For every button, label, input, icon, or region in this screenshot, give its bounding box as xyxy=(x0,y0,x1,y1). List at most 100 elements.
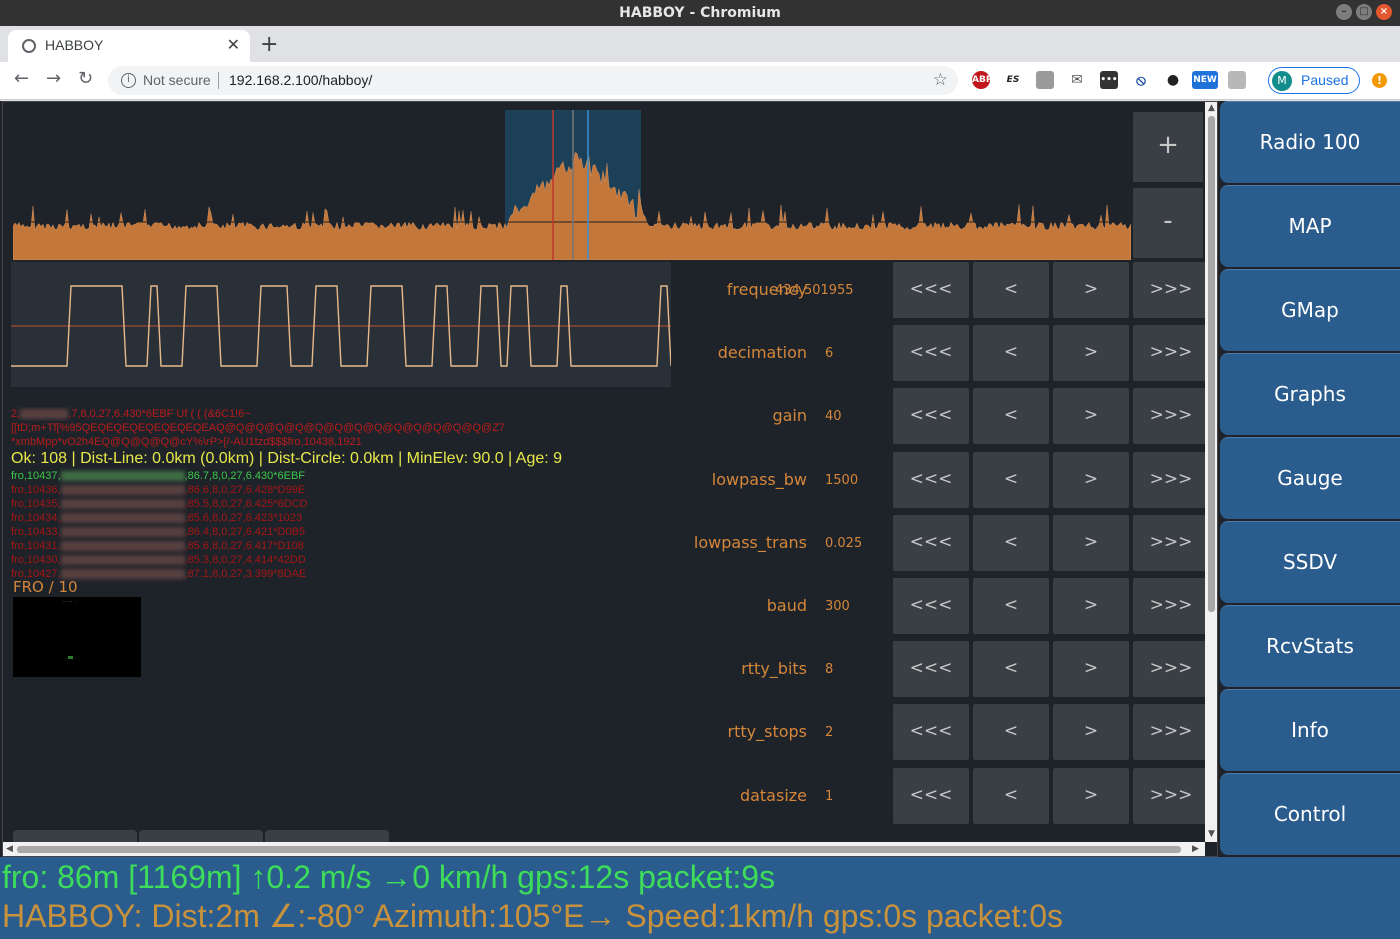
lowpass-trans-fast-up-button[interactable]: >>> xyxy=(1133,514,1209,571)
nav-ssdv[interactable]: SSDV xyxy=(1220,521,1400,603)
scroll-up-icon[interactable]: ▲ xyxy=(1208,103,1215,113)
new-tab-icon[interactable]: + xyxy=(260,32,278,57)
scroll-left-icon[interactable]: ◀ xyxy=(6,844,13,854)
back-icon[interactable]: ← xyxy=(14,68,29,89)
es-extension-icon[interactable]: ES xyxy=(1004,71,1022,89)
frequency-fast-down-button[interactable]: <<< xyxy=(893,262,969,318)
cast-extension-icon[interactable] xyxy=(1228,71,1246,89)
frequency-fast-up-button[interactable]: >>> xyxy=(1133,262,1209,318)
rtty-bits-up-button[interactable]: > xyxy=(1053,641,1129,698)
decimation-down-button[interactable]: < xyxy=(973,325,1049,382)
param-label: lowpass_bw xyxy=(711,469,807,489)
browser-tab[interactable]: HABBOY ✕ xyxy=(8,30,250,62)
ok-summary: Ok: 108 | Dist-Line: 0.0km (0.0km) | Dis… xyxy=(11,450,563,467)
not-secure-label: Not secure xyxy=(143,72,211,88)
baud-fast-down-button[interactable]: <<< xyxy=(893,578,969,634)
url-text[interactable]: 192.168.2.100/habboy/ xyxy=(229,72,372,88)
history-line: fro,10436, ,86.6,8,0,27,6.428*D99E xyxy=(11,484,306,496)
rtty-bits-fast-down-button[interactable]: <<< xyxy=(893,641,969,698)
lowpass-trans-fast-down-button[interactable]: <<< xyxy=(893,514,969,571)
github-icon[interactable]: ● xyxy=(1164,71,1182,89)
lowpass-bw-up-button[interactable]: > xyxy=(1053,451,1129,508)
history-line: fro,10430, ,85.3,8,0,27,4.414*42DD xyxy=(11,554,306,566)
block-extension-icon[interactable]: ⦸ xyxy=(1132,71,1150,89)
gain-down-button[interactable]: < xyxy=(973,388,1049,445)
minimize-icon[interactable]: – xyxy=(1336,4,1352,20)
baud-fast-up-button[interactable]: >>> xyxy=(1133,578,1209,634)
browser-toolbar: ← → ↻ i Not secure 192.168.2.100/habboy/… xyxy=(0,62,1400,100)
maximize-icon[interactable]: □ xyxy=(1356,4,1372,20)
baud-up-button[interactable]: > xyxy=(1053,578,1129,634)
horizontal-scrollbar[interactable]: ◀ ▶ xyxy=(3,842,1205,856)
zoom-out-button[interactable]: - xyxy=(1133,188,1203,258)
param-value: 300 xyxy=(825,599,850,614)
param-value: 40 xyxy=(825,409,842,425)
datasize-fast-down-button[interactable]: <<< xyxy=(893,767,969,824)
raw-line: 2, ,7,8,0,27,6.430*6EBF Uf ( ( (&6C1!6~ xyxy=(11,408,251,420)
param-label: rtty_stops xyxy=(727,722,807,742)
close-window-icon[interactable]: × xyxy=(1376,4,1392,20)
nav-gmap[interactable]: GMap xyxy=(1220,269,1400,351)
rtty-stops-fast-down-button[interactable]: <<< xyxy=(893,704,969,761)
spectrum-trace xyxy=(13,152,1131,260)
profile-button[interactable]: M Paused xyxy=(1268,67,1360,94)
rtty-stops-up-button[interactable]: > xyxy=(1053,704,1129,761)
scroll-right-icon[interactable]: ▶ xyxy=(1192,844,1199,854)
vertical-scrollbar[interactable]: ▲ ▼ xyxy=(1205,102,1217,842)
puzzle-extension-icon[interactable] xyxy=(1036,71,1054,89)
datasize-fast-up-button[interactable]: >>> xyxy=(1133,767,1209,824)
lowpass-trans-up-button[interactable]: > xyxy=(1053,514,1129,571)
ssdv-thumbnail[interactable]: ·· ··· · xyxy=(13,597,141,677)
datasize-up-button[interactable]: > xyxy=(1053,767,1129,824)
gain-fast-up-button[interactable]: >>> xyxy=(1133,388,1209,445)
datasize-down-button[interactable]: < xyxy=(973,767,1049,824)
frequency-up-button[interactable]: > xyxy=(1053,262,1129,318)
lowpass-trans-down-button[interactable]: < xyxy=(973,514,1049,571)
decimation-fast-up-button[interactable]: >>> xyxy=(1133,325,1209,382)
forward-icon[interactable]: → xyxy=(46,68,61,89)
param-row-datasize: datasize 1 <<< < > >>> xyxy=(603,767,1209,824)
decimation-up-button[interactable]: > xyxy=(1053,325,1129,382)
nav-graphs[interactable]: Graphs xyxy=(1220,353,1400,435)
adblock-icon[interactable]: ABP xyxy=(972,71,992,89)
gain-up-button[interactable]: > xyxy=(1053,388,1129,445)
nav-control[interactable]: Control xyxy=(1220,773,1400,855)
frequency-down-button[interactable]: < xyxy=(973,262,1049,318)
rtty-stops-down-button[interactable]: < xyxy=(973,704,1049,761)
mail-checker-icon[interactable]: ✉ xyxy=(1068,71,1086,89)
lowpass-bw-down-button[interactable]: < xyxy=(973,451,1049,508)
address-bar[interactable]: i Not secure 192.168.2.100/habboy/ ☆ xyxy=(108,66,958,95)
bookmark-star-icon[interactable]: ☆ xyxy=(933,70,948,90)
baud-down-button[interactable]: < xyxy=(973,578,1049,634)
nav-gauge[interactable]: Gauge xyxy=(1220,437,1400,519)
rtty-bits-down-button[interactable]: < xyxy=(973,641,1049,698)
window-title: HABBOY - Chromium xyxy=(619,5,781,21)
rtty-bits-fast-up-button[interactable]: >>> xyxy=(1133,641,1209,698)
new-badge-icon[interactable]: NEW xyxy=(1192,71,1218,89)
zoom-in-button[interactable]: + xyxy=(1133,112,1203,182)
warning-icon[interactable]: ! xyxy=(1372,73,1387,88)
nav-info[interactable]: Info xyxy=(1220,689,1400,771)
lowpass-bw-fast-down-button[interactable]: <<< xyxy=(893,451,969,508)
gain-fast-down-button[interactable]: <<< xyxy=(893,388,969,445)
nav-rcvstats[interactable]: RcvStats xyxy=(1220,605,1400,687)
spectrum-display[interactable] xyxy=(13,110,1131,260)
lowpass-bw-fast-up-button[interactable]: >>> xyxy=(1133,451,1209,508)
reload-icon[interactable]: ↻ xyxy=(78,68,93,89)
decimation-fast-down-button[interactable]: <<< xyxy=(893,325,969,382)
receiver-status: HABBOY: Dist:2m ∠:-80° Azimuth:105°E→ Sp… xyxy=(2,898,1063,934)
info-icon[interactable]: i xyxy=(121,73,136,88)
nav-map[interactable]: MAP xyxy=(1220,185,1400,267)
dots-extension-icon[interactable]: ••• xyxy=(1100,71,1118,89)
param-label: baud xyxy=(766,596,807,615)
history-line: fro,10434, ,85.6,8,0,27,6.423*1023 xyxy=(11,512,302,524)
telemetry-log: 2, ,7,8,0,27,6.430*6EBF Uf ( ( (&6C1!6~ [… xyxy=(11,407,671,581)
param-row-lowpass-bw: lowpass_bw 1500 <<< < > >>> xyxy=(603,451,1209,508)
param-row-rtty-stops: rtty_stops 2 <<< < > >>> xyxy=(603,704,1209,761)
history-line: fro,10427, ,87.1,8,0,27,3.399*8DAE xyxy=(11,568,307,580)
tab-close-icon[interactable]: ✕ xyxy=(227,35,240,54)
scroll-down-icon[interactable]: ▼ xyxy=(1208,829,1215,839)
nav-radio-100[interactable]: Radio 100 xyxy=(1220,101,1400,183)
param-row-frequency: frequency 434.501955 <<< < > >>> xyxy=(603,262,1209,318)
rtty-stops-fast-up-button[interactable]: >>> xyxy=(1133,704,1209,761)
